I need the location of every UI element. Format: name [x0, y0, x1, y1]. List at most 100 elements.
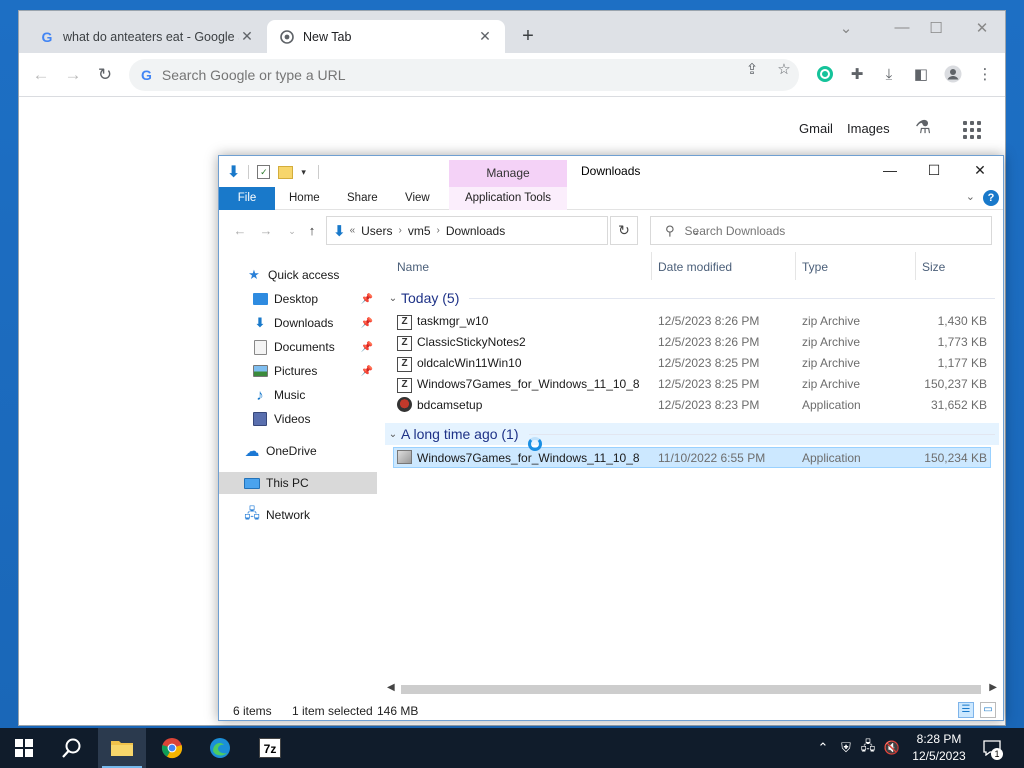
new-folder-icon[interactable] [278, 165, 294, 179]
help-icon[interactable]: ? [983, 190, 999, 206]
nav-music[interactable]: ♪ Music [219, 384, 377, 406]
horizontal-scrollbar[interactable]: ◀ ▶ [385, 682, 999, 696]
column-header-name[interactable]: Name [397, 260, 429, 274]
reload-button[interactable]: ↻ [95, 65, 115, 85]
start-button[interactable] [0, 728, 48, 768]
extensions-puzzle-icon[interactable]: ✚ [847, 65, 867, 85]
gmail-link[interactable]: Gmail [799, 121, 833, 136]
security-shield-icon[interactable]: ⛨ [836, 728, 856, 768]
recent-locations-chevron-icon[interactable]: ⌄ [283, 222, 301, 240]
grammarly-extension-icon[interactable] [815, 65, 835, 85]
edge-taskbar-button[interactable] [196, 728, 244, 768]
nav-onedrive[interactable]: ☁ OneDrive [219, 440, 377, 462]
up-button[interactable]: ↑ [303, 222, 321, 240]
share-icon[interactable]: ⇪ [743, 61, 761, 79]
chrome-menu-icon[interactable]: ⋮ [975, 65, 995, 85]
nav-network[interactable]: 🖧 Network [219, 504, 377, 526]
scroll-left-arrow-icon[interactable]: ◀ [387, 682, 395, 693]
bookmark-star-icon[interactable]: ☆ [775, 61, 793, 79]
file-explorer-taskbar-button[interactable] [98, 728, 146, 768]
network-status-icon[interactable]: 🖧 [858, 728, 878, 768]
close-tab-icon[interactable]: ✕ [239, 28, 255, 45]
chrome-taskbar-button[interactable] [148, 728, 196, 768]
file-row[interactable]: Z Windows7Games_for_Windows_11_10_8 12/5… [393, 374, 991, 395]
omnibox[interactable]: G [129, 59, 799, 91]
back-button[interactable]: ← [31, 65, 51, 85]
breadcrumb-downloads[interactable]: Downloads [446, 224, 505, 238]
breadcrumb-separator-icon[interactable]: › [398, 225, 401, 236]
pin-icon[interactable]: 📌 [361, 318, 373, 329]
7zip-taskbar-button[interactable]: 7z [246, 728, 294, 768]
close-window-button[interactable]: ✕ [965, 162, 995, 182]
scroll-right-arrow-icon[interactable]: ▶ [989, 682, 997, 693]
search-button[interactable] [48, 728, 96, 768]
close-window-button[interactable]: ✕ [965, 19, 999, 41]
nav-desktop[interactable]: Desktop 📌 [219, 288, 377, 310]
chrome-tab-new-tab[interactable]: New Tab ✕ [267, 20, 505, 53]
tab-search-chevron-icon[interactable]: ⌄ [829, 19, 863, 41]
omnibox-input[interactable] [161, 67, 682, 83]
column-divider[interactable] [915, 252, 916, 280]
images-link[interactable]: Images [847, 121, 890, 136]
nav-quick-access[interactable]: ★ Quick access [219, 264, 377, 286]
breadcrumb-vm5[interactable]: vm5 [408, 224, 431, 238]
column-header-type[interactable]: Type [802, 260, 828, 274]
search-input[interactable] [684, 223, 965, 238]
column-header-date-modified[interactable]: Date modified [658, 260, 732, 274]
notification-center-button[interactable]: 1 [980, 728, 1004, 768]
tab-home[interactable]: Home [279, 187, 330, 210]
nav-pictures[interactable]: Pictures 📌 [219, 360, 377, 382]
collapse-chevron-icon[interactable]: ⌄ [385, 429, 401, 440]
column-divider[interactable] [651, 252, 652, 280]
side-panel-icon[interactable]: ◧ [911, 65, 931, 85]
manage-contextual-tab[interactable]: Manage [449, 160, 567, 187]
forward-button[interactable]: → [257, 222, 275, 240]
google-apps-icon[interactable] [963, 121, 981, 139]
profile-avatar-icon[interactable] [943, 65, 963, 85]
details-view-icon[interactable]: ☰ [958, 702, 974, 718]
address-box[interactable]: ⬇ « Users › vm5 › Downloads ⌄ [326, 216, 700, 245]
qat-dropdown-icon[interactable]: ▾ [301, 167, 306, 178]
forward-button[interactable]: → [63, 65, 83, 85]
tab-share[interactable]: Share [337, 187, 388, 210]
file-row[interactable]: Z oldcalcWin11Win10 12/5/2023 8:25 PM zi… [393, 353, 991, 374]
file-row[interactable]: bdcamsetup 12/5/2023 8:23 PM Application… [393, 395, 991, 416]
address-overflow[interactable]: « [350, 225, 356, 236]
group-header-long-time-ago[interactable]: ⌄ A long time ago (1) [385, 423, 999, 445]
pin-icon[interactable]: 📌 [361, 294, 373, 305]
expand-ribbon-chevron-icon[interactable]: ⌄ [966, 190, 975, 203]
volume-muted-icon[interactable]: 🔇 [882, 728, 902, 768]
minimize-button[interactable]: — [875, 162, 905, 182]
back-button[interactable]: ← [231, 222, 249, 240]
new-tab-button[interactable]: + [517, 26, 539, 48]
file-row[interactable]: Z taskmgr_w10 12/5/2023 8:26 PM zip Arch… [393, 311, 991, 332]
tab-application-tools[interactable]: Application Tools [449, 187, 567, 210]
pin-icon[interactable]: 📌 [361, 366, 373, 377]
show-hidden-icons-chevron-icon[interactable]: ⌃ [814, 728, 832, 768]
refresh-button[interactable]: ↻ [610, 216, 638, 245]
collapse-chevron-icon[interactable]: ⌄ [385, 293, 401, 304]
file-row[interactable]: Z ClassicStickyNotes2 12/5/2023 8:26 PM … [393, 332, 991, 353]
column-divider[interactable] [795, 252, 796, 280]
nav-videos[interactable]: Videos [219, 408, 377, 430]
properties-icon[interactable]: ✓ [257, 165, 271, 179]
chrome-tab-anteaters[interactable]: G what do anteaters eat - Google S ✕ [27, 20, 267, 53]
search-box[interactable]: ⚲ [650, 216, 992, 245]
tab-file[interactable]: File [219, 187, 275, 210]
column-header-size[interactable]: Size [922, 260, 945, 274]
minimize-button[interactable]: — [885, 19, 919, 41]
maximize-button[interactable]: ☐ [919, 162, 949, 182]
group-header-today[interactable]: ⌄ Today (5) [385, 287, 999, 309]
breadcrumb-separator-icon[interactable]: › [437, 225, 440, 236]
file-row[interactable]: Windows7Games_for_Windows_11_10_8 11/10/… [393, 447, 991, 468]
scrollbar-thumb[interactable] [401, 685, 981, 694]
download-icon[interactable]: ⤓ [879, 65, 899, 85]
nav-this-pc[interactable]: This PC [219, 472, 377, 494]
pin-icon[interactable]: 📌 [361, 342, 373, 353]
large-icons-view-icon[interactable]: ▭ [980, 702, 996, 718]
system-clock[interactable]: 8:28 PM 12/5/2023 [904, 731, 974, 765]
labs-flask-icon[interactable]: ⚗ [915, 117, 931, 138]
maximize-button[interactable]: ☐ [919, 19, 953, 41]
nav-downloads[interactable]: ⬇ Downloads 📌 [219, 312, 377, 334]
nav-documents[interactable]: Documents 📌 [219, 336, 377, 358]
